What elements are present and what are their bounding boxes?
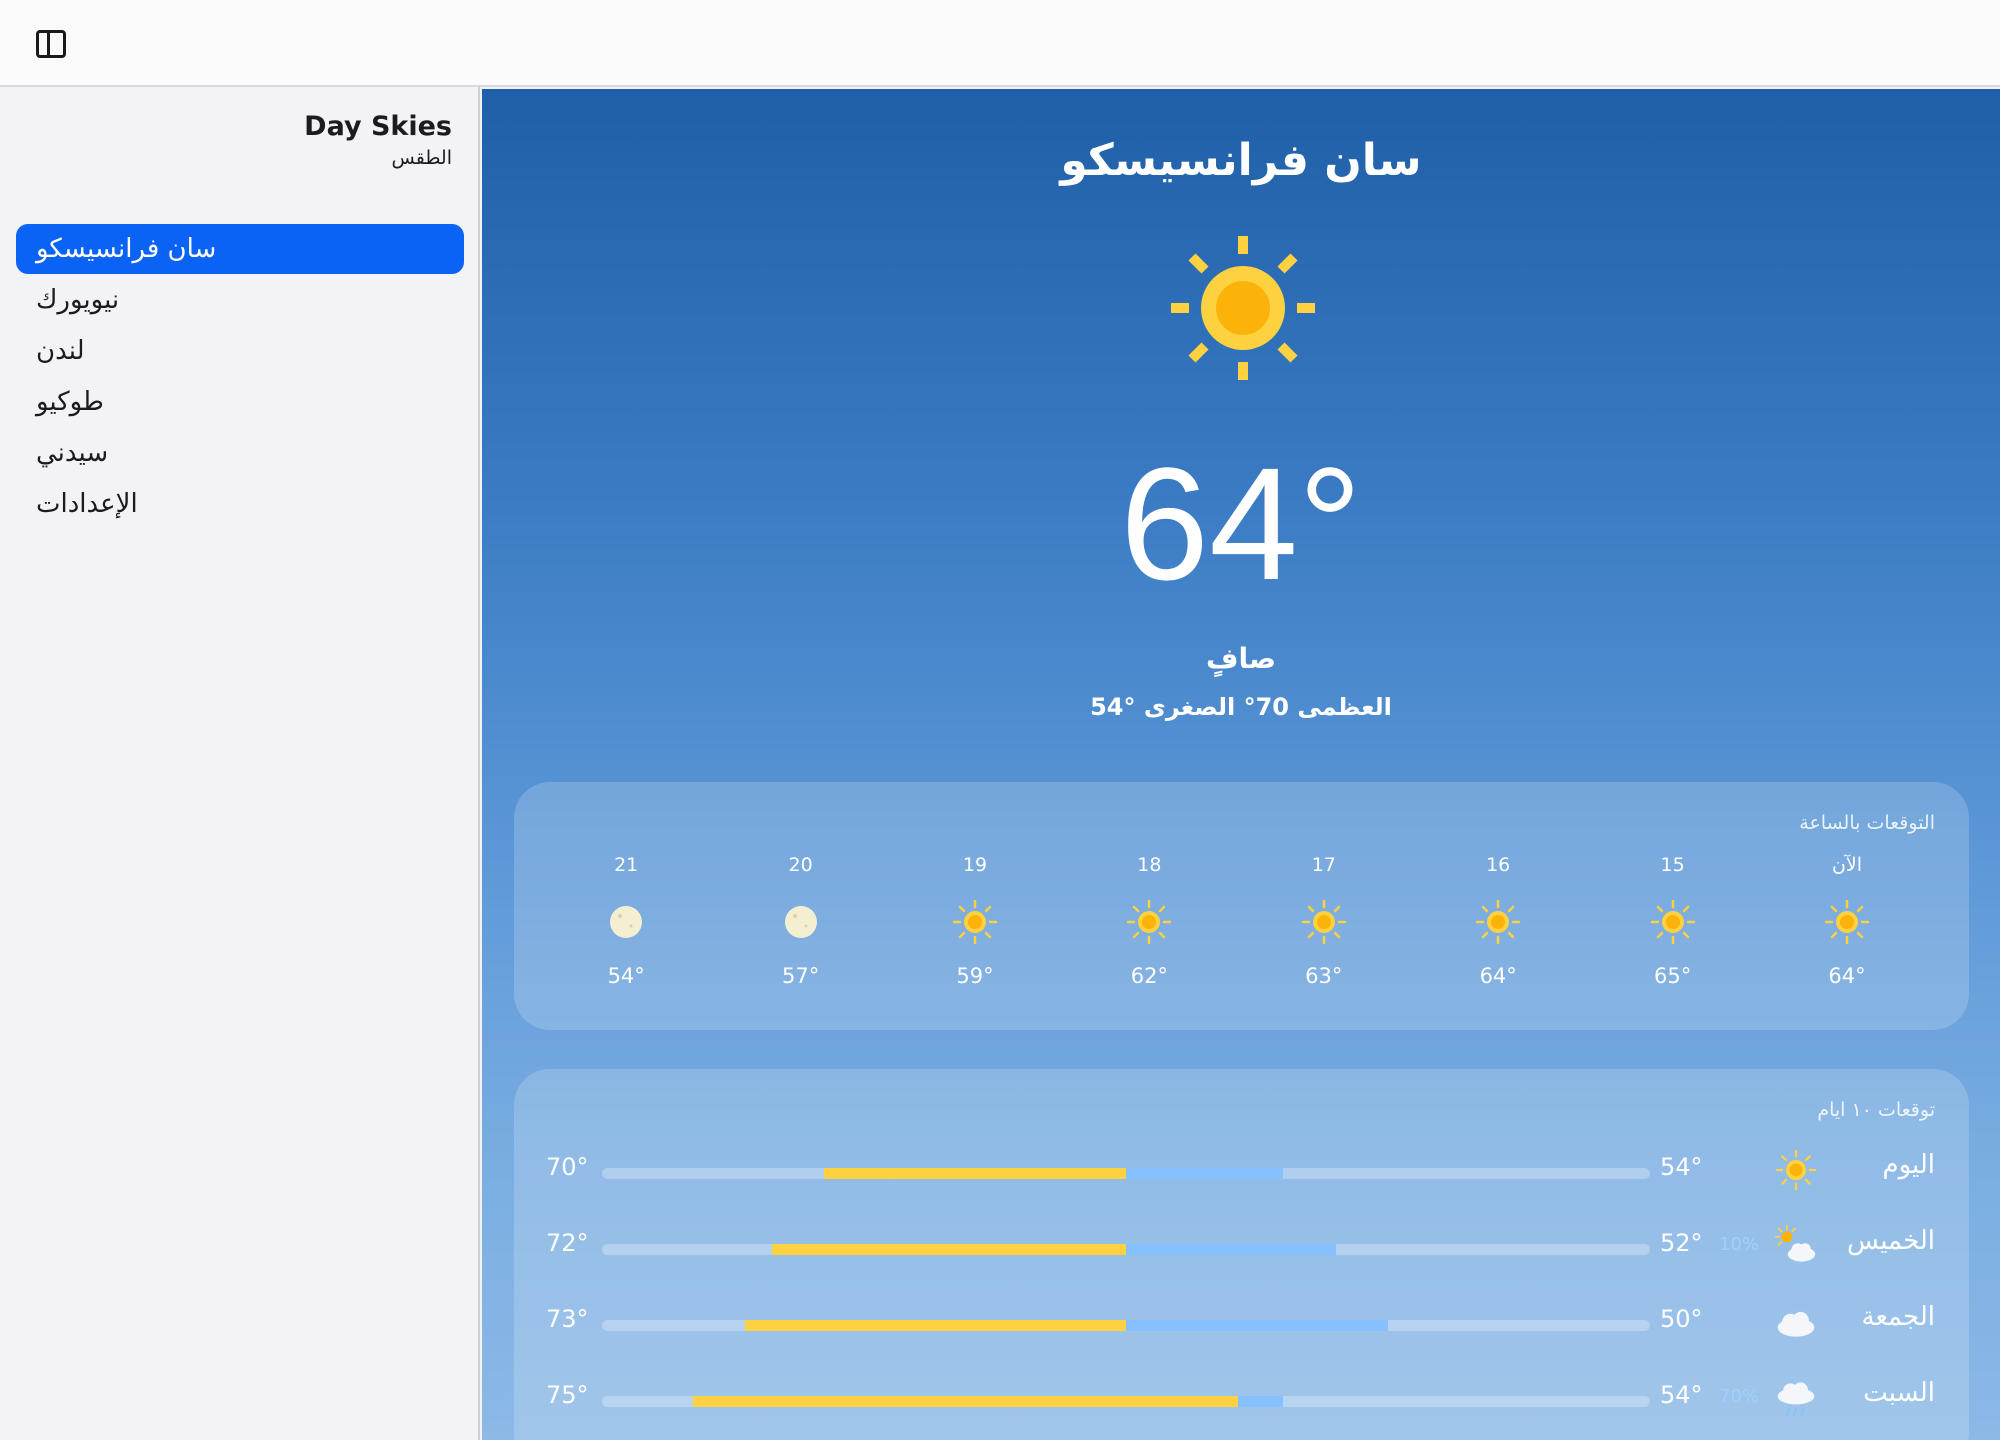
hour-temp: 57° [781,964,820,988]
hourly-forecast-title: التوقعات بالساعة [1799,812,1935,834]
hour-temp: 54° [607,964,645,988]
sidebar-item-new-york[interactable]: نيويورك [16,275,464,325]
temp-range-high-segment [771,1244,1126,1255]
sidebar-nav: سان فرانسيسكو نيويورك لندن طوكيو سيدني ا… [16,224,464,530]
temp-range-bar [602,1168,1650,1179]
cloud-icon [1772,1298,1820,1346]
daily-row: الجمعة 50° 73° [514,1284,1969,1360]
hour-label: 15 [1660,854,1685,876]
moon-icon [566,880,686,964]
hour-label: 21 [614,854,639,876]
sidebar-item-tokyo[interactable]: طوكيو [16,377,464,427]
hourly-item: 17 63° [1264,854,1384,988]
day-high-temp: 75° [546,1381,589,1409]
hour-label: 20 [788,854,813,876]
toolbar [0,0,2000,87]
day-low-temp: 52° [1660,1229,1703,1257]
sidebar-item-sydney[interactable]: سيدني [16,428,464,478]
temp-range-bar [602,1244,1650,1255]
precip-chance: 70% [1719,1386,1760,1407]
temp-range-bar [602,1320,1650,1331]
day-low-temp: 54° [1660,1381,1703,1409]
temp-range-high-segment [693,1396,1238,1407]
sidebar-toggle-icon[interactable] [36,30,66,58]
sun-icon [1089,880,1209,964]
day-high-temp: 72° [546,1229,589,1257]
daily-forecast-title: توقعات ١٠ ايام [1817,1099,1935,1121]
hourly-item: 18 62° [1089,854,1209,988]
hourly-item: 20 57° [741,854,861,988]
hour-label: 18 [1137,854,1162,876]
hour-label: الآن [1831,854,1863,876]
hour-temp: 59° [956,964,994,988]
sun-icon [1787,880,1907,964]
hourly-item: 19 59° [915,854,1035,988]
sun-icon [1613,880,1733,964]
daily-forecast-card: توقعات ١٠ ايام اليوم 54° 70° الخميس 10% 5… [514,1069,1969,1440]
temp-range-high-segment [824,1168,1126,1179]
sun-icon [1264,880,1384,964]
hour-label: 16 [1486,854,1511,876]
sidebar-item-san-francisco[interactable]: سان فرانسيسكو [16,224,464,274]
sun-icon [1171,236,1315,380]
sun-icon [1772,1146,1820,1194]
sidebar-item-settings[interactable]: الإعدادات [16,479,464,529]
sidebar-item-london[interactable]: لندن [16,326,464,376]
hourly-item: الآن 64° [1787,854,1907,988]
day-high-temp: 70° [546,1153,589,1181]
hourly-item: 21 54° [566,854,686,988]
daily-row: الخميس 10% 52° 72° [514,1208,1969,1284]
temp-range-high-segment [745,1320,1126,1331]
moon-icon [741,880,861,964]
hour-temp: 64° [1828,964,1866,988]
day-name: اليوم [1882,1150,1935,1180]
day-name: الخميس [1847,1226,1935,1256]
hour-label: 17 [1311,854,1336,876]
day-name: الجمعة [1861,1302,1935,1332]
day-high-temp: 73° [546,1305,589,1333]
day-low-temp: 50° [1660,1305,1703,1333]
high-low-temps: 54° العظمى 70° الصغرى [1090,693,1392,721]
city-title: سان فرانسيسكو [1060,135,1422,186]
hour-temp: 63° [1305,964,1343,988]
sun-icon [1438,880,1558,964]
rain-icon [1772,1374,1820,1422]
weather-main: سان فرانسيسكو 64° صافٍ 54° العظمى 70° ال… [482,89,2000,1440]
current-condition: صافٍ [1205,642,1277,675]
hour-temp: 62° [1130,964,1168,988]
partly-cloudy-icon [1772,1222,1820,1270]
day-name: السبت [1863,1378,1935,1408]
current-temperature: 64° [1120,434,1362,613]
hourly-item: 16 64° [1438,854,1558,988]
temp-range-bar [602,1396,1650,1407]
sidebar: Day Skies الطقس سان فرانسيسكو نيويورك لن… [0,87,480,1440]
hourly-item: 15 65° [1613,854,1733,988]
precip-chance: 10% [1719,1234,1760,1255]
hourly-forecast-card: التوقعات بالساعة الآن 64° 15 65° 16 64° 17 [514,782,1969,1030]
sun-icon [915,880,1035,964]
hour-temp: 64° [1479,964,1517,988]
day-low-temp: 54° [1660,1153,1703,1181]
daily-row: اليوم 54° 70° [514,1132,1969,1208]
hour-label: 19 [962,854,988,876]
app-title: Day Skies [304,111,452,142]
daily-row: السبت 70% 54° 75° [514,1360,1969,1436]
app-subtitle: الطقس [391,147,453,169]
hour-temp: 65° [1653,964,1692,988]
